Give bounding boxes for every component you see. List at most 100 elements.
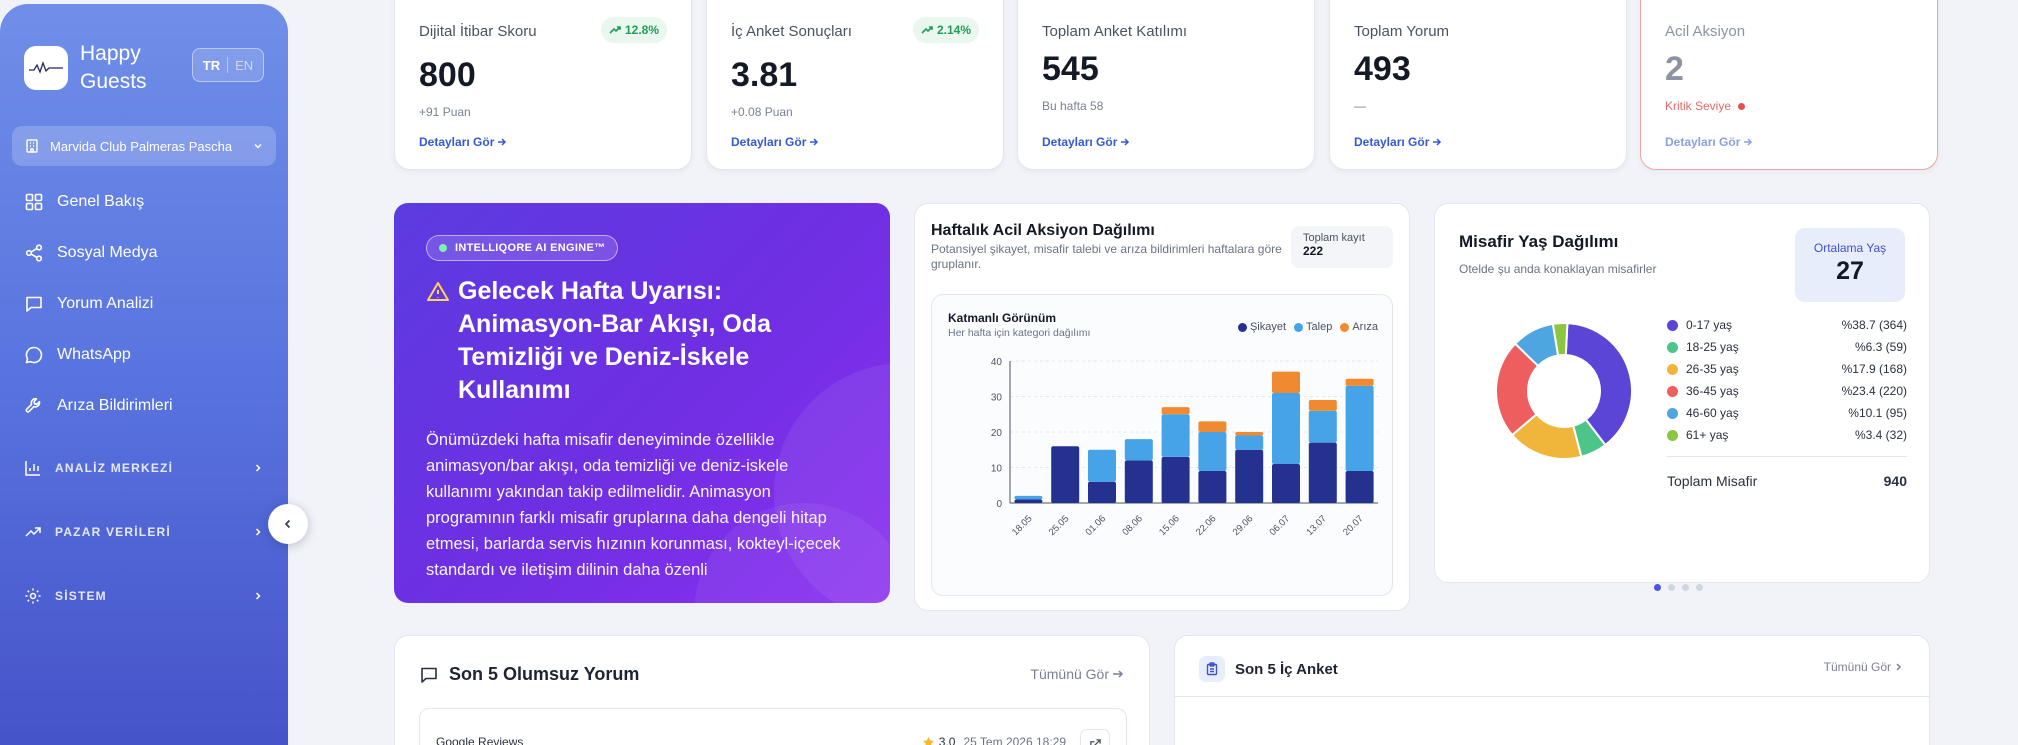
pager-dot[interactable] [1654, 584, 1661, 591]
bar-segment-Şikayet [1161, 456, 1190, 503]
bar-segment-Şikayet [1235, 449, 1264, 503]
chevron-right-icon [255, 464, 261, 472]
y-tick-label: 10 [991, 464, 1003, 475]
kpi-value: 545 [1042, 50, 1099, 88]
arrow-right-icon [1113, 670, 1124, 678]
details-link-label: Detayları Gör [1042, 135, 1118, 149]
comment-icon [26, 296, 42, 312]
share-icon [25, 244, 43, 262]
comment-icon [421, 667, 437, 683]
x-tick-label: 01.06 [1084, 513, 1109, 538]
review-source: Google Reviews [436, 735, 524, 745]
pager-dot[interactable] [1668, 584, 1675, 591]
kpi-sub-text: +91 Puan [419, 105, 471, 119]
legend-item: Şikayet [1237, 321, 1286, 333]
details-link[interactable]: Detayları Gör [731, 135, 820, 149]
age-group-pct: %23.4 (220) [1841, 384, 1907, 398]
ai-body: Önümüzdeki hafta misafir deneyiminde öze… [426, 431, 841, 579]
kpi-sub-text: Bu hafta 58 [1042, 99, 1104, 113]
internal-surveys-title: Son 5 İç Anket [1235, 660, 1338, 678]
kpi-sub: +91 Puan [419, 105, 667, 119]
details-link[interactable]: Detayları Gör [1665, 135, 1754, 149]
kpi-card-reputation: Dijital İtibar Skoru 12.8% 800 +91 Puan … [394, 0, 692, 170]
review-item[interactable]: Google Reviews 3.0 25 Tem 2026 18:29 [419, 708, 1127, 745]
age-group-name: 18-25 yaş [1686, 340, 1739, 354]
section-sistem[interactable]: SİSTEM [24, 587, 264, 605]
age-card-title: Misafir Yaş Dağılımı [1459, 232, 1619, 251]
chart-legend: Şikayet Talep Arıza [1230, 321, 1378, 333]
pager-dot[interactable] [1682, 584, 1689, 591]
nav-label: Genel Bakış [57, 193, 145, 210]
legend-label: Arıza [1352, 321, 1378, 333]
kpi-card-reviews: Toplam Yorum 493 — Detayları Gör [1329, 0, 1627, 170]
nav-yorum-analizi[interactable]: Yorum Analizi [24, 294, 153, 314]
chevron-right-icon [1896, 663, 1902, 671]
lang-tr[interactable]: TR [203, 58, 220, 73]
details-link[interactable]: Detayları Gör [419, 135, 508, 149]
age-row: 36-45 yaş %23.4 (220) [1667, 380, 1907, 402]
arrow-right-icon [1744, 138, 1753, 146]
wrench-icon [25, 397, 41, 413]
average-age-box: Ortalama Yaş 27 [1795, 228, 1905, 302]
chevron-right-icon [255, 592, 261, 600]
section-label: PAZAR VERİLERİ [55, 525, 171, 539]
nav-label: Yorum Analizi [57, 295, 154, 312]
nav-sosyal-medya[interactable]: Sosyal Medya [24, 243, 158, 263]
bar-segment-Talep [1014, 495, 1043, 500]
kpi-sub: — [1354, 99, 1602, 113]
section-analiz-merkezi[interactable]: ANALİZ MERKEZİ [24, 459, 264, 477]
bar-segment-Şikayet [1308, 442, 1337, 503]
bar-segment-Şikayet [1272, 463, 1300, 503]
age-group-pct: %6.3 (59) [1854, 340, 1907, 354]
details-link[interactable]: Detayları Gör [1042, 135, 1131, 149]
section-pazar-verileri[interactable]: PAZAR VERİLERİ [24, 523, 264, 541]
nav-ariza-bildirimleri[interactable]: Arıza Bildirimleri [24, 396, 173, 416]
carousel-pager [1654, 584, 1710, 591]
chat-bubble-icon [25, 346, 43, 364]
brand-name: Happy Guests [80, 42, 147, 93]
arrow-right-icon [1433, 138, 1442, 146]
bar-segment-Şikayet [1345, 471, 1374, 503]
view-all-link[interactable]: Tümünü Gör [1824, 660, 1905, 674]
average-age-value: 27 [1836, 257, 1864, 285]
clipboard-icon [1199, 656, 1225, 682]
trend-badge: 2.14% [912, 17, 979, 43]
age-card-desc: Otelde şu anda konaklayan misafirler [1459, 262, 1657, 276]
nav-whatsapp[interactable]: WhatsApp [24, 345, 131, 365]
weekly-urgent-chart-card: Haftalık Acil Aksiyon Dağılımı Potansiye… [914, 203, 1410, 611]
total-guests-row: Toplam Misafir 940 [1667, 456, 1907, 489]
kpi-sub-text: Kritik Seviye [1665, 99, 1732, 113]
brand[interactable]: Happy Guests [24, 40, 170, 96]
average-age-label: Ortalama Yaş [1813, 241, 1887, 255]
nav-genel-bakis[interactable]: Genel Bakış [24, 192, 144, 212]
x-tick-label: 08.06 [1120, 513, 1145, 538]
lang-divider [227, 57, 229, 73]
bar-segment-Arıza [1161, 407, 1190, 415]
language-switcher[interactable]: TR EN [192, 48, 264, 82]
lang-en[interactable]: EN [235, 58, 253, 73]
sidebar: Happy Guests TR EN Marvida Club Palmeras… [0, 4, 288, 745]
kpi-value: 3.81 [731, 56, 798, 94]
hotel-selector[interactable]: Marvida Club Palmeras Pascha [12, 126, 276, 166]
kpi-sub: +0.08 Puan [731, 105, 979, 119]
legend-item: Talep [1294, 321, 1332, 333]
open-review-button[interactable] [1080, 729, 1110, 745]
age-swatch [1667, 385, 1678, 397]
kpi-value: 2 [1665, 50, 1684, 88]
age-group-name: 0-17 yaş [1686, 318, 1733, 332]
trend-up-icon [921, 26, 933, 34]
negative-reviews-card: Son 5 Olumsuz Yorum Tümünü Gör Google Re… [394, 635, 1150, 745]
age-row: 61+ yaş %3.4 (32) [1667, 424, 1907, 446]
sidebar-collapse-button[interactable] [268, 504, 308, 544]
pager-dot[interactable] [1696, 584, 1703, 591]
view-all-link[interactable]: Tümünü Gör [1030, 666, 1125, 682]
total-guests-value: 940 [1883, 473, 1907, 489]
bar-segment-Arıza [1308, 400, 1337, 411]
view-all-label: Tümünü Gör [1823, 660, 1891, 674]
bar-segment-Şikayet [1124, 460, 1153, 503]
kpi-sub-text: — [1354, 99, 1366, 113]
details-link-label: Detayları Gör [731, 135, 807, 149]
age-distribution-card: Misafir Yaş Dağılımı Otelde şu anda kona… [1434, 203, 1930, 583]
x-tick-label: 13.07 [1304, 513, 1329, 538]
details-link[interactable]: Detayları Gör [1354, 135, 1443, 149]
